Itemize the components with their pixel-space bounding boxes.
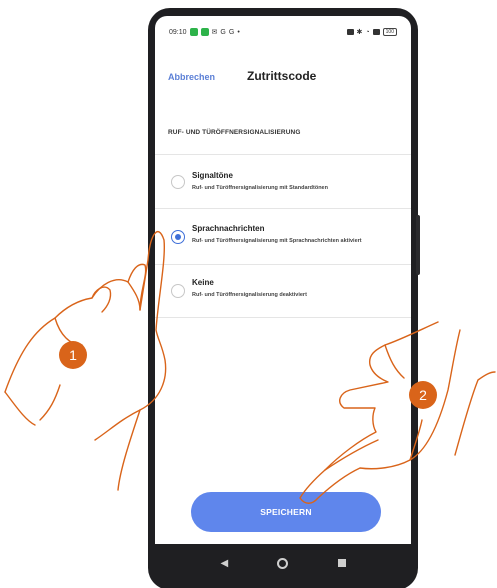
messaging-icon: ✉: [211, 29, 218, 36]
nfc-icon: [346, 29, 354, 35]
left-hand-outline: [4, 231, 167, 441]
status-bar: 09:10 ✉ G G • ✱ ◔ 100: [155, 16, 411, 48]
divider: [155, 317, 411, 318]
battery-icon: 100: [382, 28, 397, 36]
save-button[interactable]: SPEICHERN: [191, 492, 381, 532]
back-icon[interactable]: ◀: [214, 553, 234, 573]
app-notification-icon: [189, 28, 198, 36]
home-icon: [277, 557, 289, 569]
left-hand-cuff: [117, 409, 141, 491]
status-time: 09:10: [169, 28, 187, 36]
signal-icon: [372, 29, 380, 35]
google-icon: G: [220, 28, 226, 36]
wifi-icon: ◔: [365, 28, 370, 36]
recent-apps-icon: [337, 559, 346, 567]
left-hand-wrist: [4, 384, 61, 426]
radio-button[interactable]: [171, 284, 185, 298]
option-sprachnachrichten[interactable]: Sprachnachrichten Ruf- und Türöffnersign…: [155, 209, 411, 264]
status-right: ✱ ◔ 100: [346, 28, 397, 36]
radio-button[interactable]: [171, 175, 185, 189]
option-label: Keine: [192, 278, 214, 287]
home-button[interactable]: [273, 553, 293, 573]
option-keine[interactable]: Keine Ruf- und Türöffnersignalisierung d…: [155, 265, 411, 317]
left-hand-knuckle: [91, 286, 112, 313]
option-description: Ruf- und Türöffnersignalisierung mit Sta…: [192, 185, 328, 191]
app-header: Abbrechen Zutrittscode: [155, 66, 411, 90]
step-badge-2: 2: [409, 381, 437, 409]
option-signaltoene[interactable]: Signaltöne Ruf- und Türöffnersignalisier…: [155, 155, 411, 208]
app-notification-icon: [200, 28, 209, 36]
cancel-button[interactable]: Abbrechen: [168, 72, 215, 82]
google-icon: G: [228, 28, 235, 36]
section-title: RUF- UND TÜRÖFFNERSIGNALISIERUNG: [168, 129, 301, 136]
right-hand-sleeve: [454, 371, 496, 456]
left-hand-finger: [127, 263, 147, 311]
status-left: 09:10 ✉ G G •: [169, 28, 240, 36]
radio-button-selected[interactable]: [171, 230, 185, 244]
phone-screen: 09:10 ✉ G G • ✱ ◔ 100 Abbrechen Zutritts…: [155, 16, 411, 544]
recent-apps-button[interactable]: [332, 553, 352, 573]
option-description: Ruf- und Türöffnersignalisierung mit Spr…: [192, 238, 362, 244]
android-nav-bar: ◀: [155, 544, 411, 582]
option-label: Signaltöne: [192, 171, 233, 180]
option-description: Ruf- und Türöffnersignalisierung deaktiv…: [192, 292, 307, 298]
option-label: Sprachnachrichten: [192, 224, 265, 233]
dot-icon: •: [237, 28, 240, 36]
bluetooth-icon: ✱: [356, 29, 363, 36]
phone-side-button: [416, 215, 420, 275]
page-title: Zutrittscode: [247, 69, 317, 83]
step-badge-1: 1: [59, 341, 87, 369]
